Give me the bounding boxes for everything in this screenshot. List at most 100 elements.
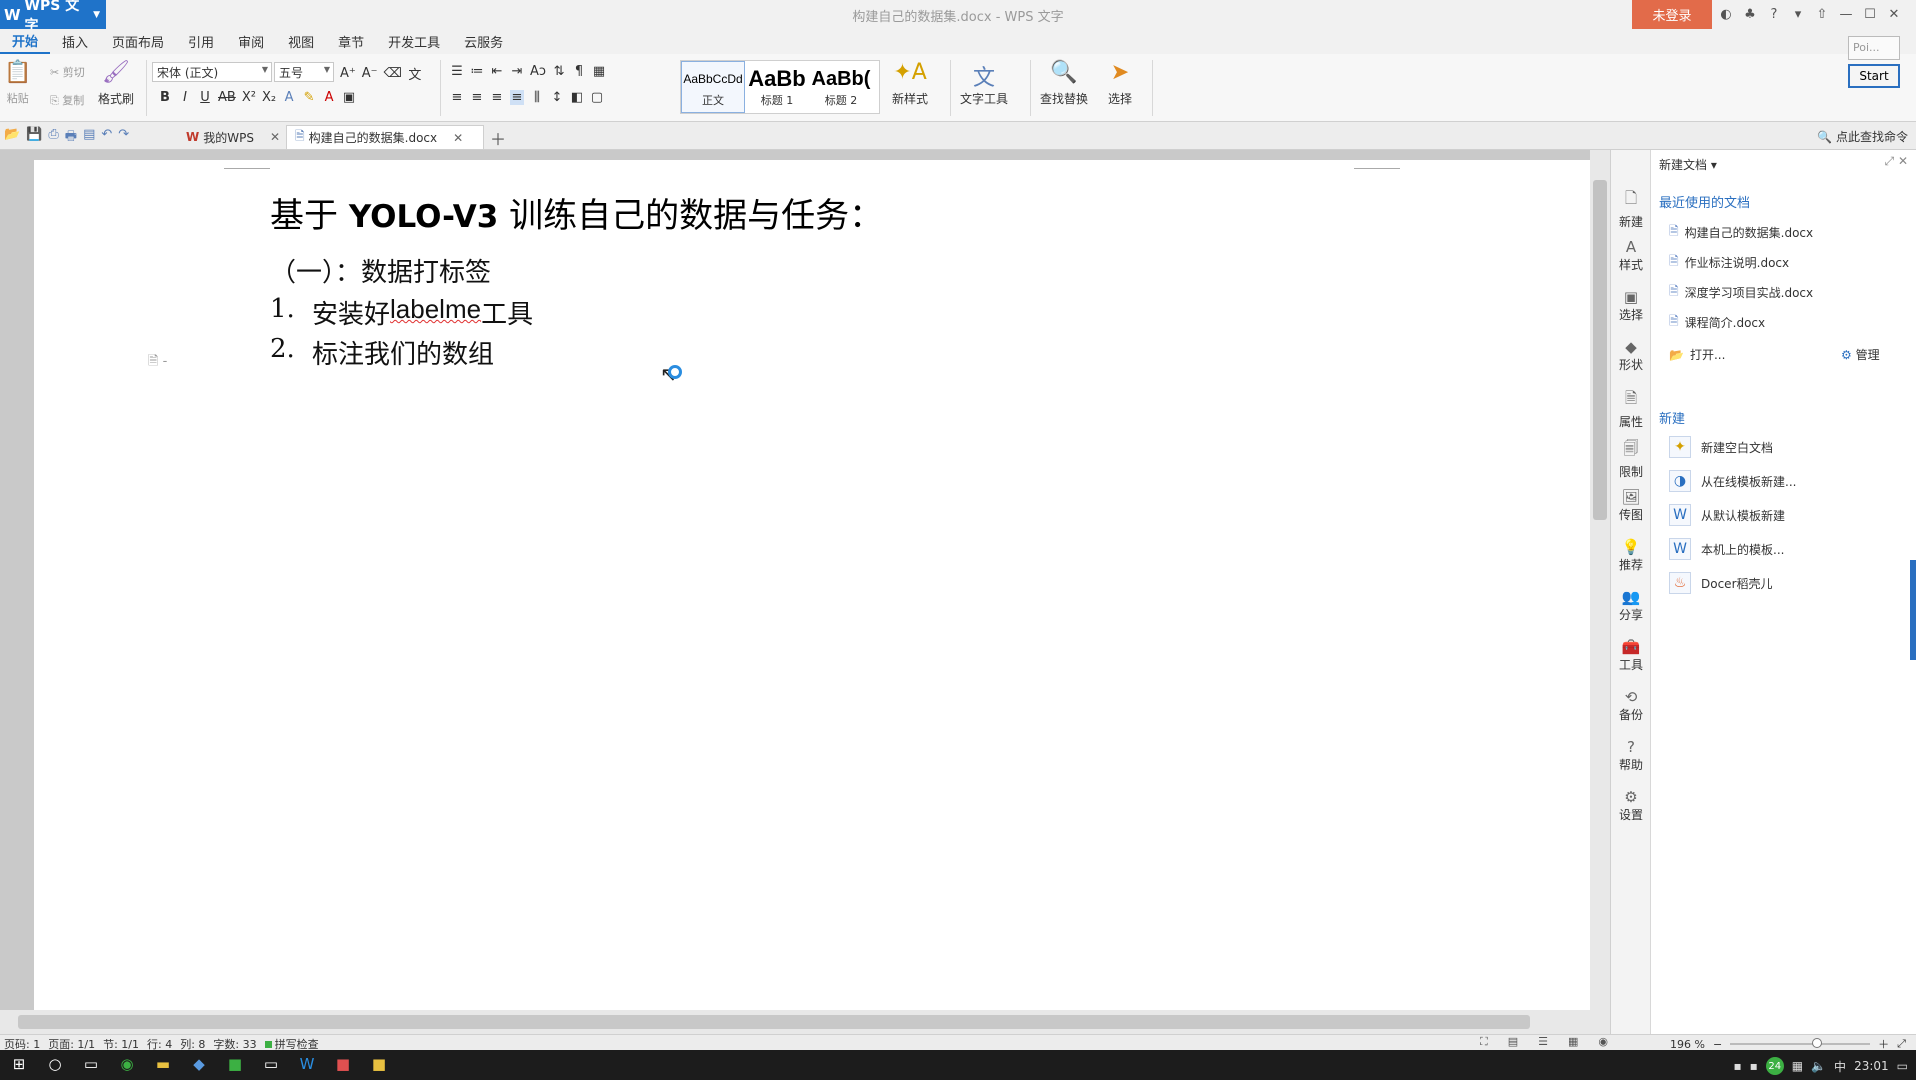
strikethrough-icon[interactable]: AB [218, 90, 236, 105]
save-icon[interactable]: 💾 [26, 127, 42, 149]
side-handle[interactable] [1910, 560, 1916, 660]
italic-icon[interactable]: I [178, 90, 192, 105]
tab-developer[interactable]: 开发工具 [376, 29, 452, 54]
copy-button[interactable]: ⎘ 复制 [50, 92, 84, 108]
highlight-icon[interactable]: ✎ [302, 90, 316, 105]
new-from-online-template[interactable]: ◑ 从在线模板新建... [1669, 470, 1796, 492]
list-item[interactable]: 1. 安装好 labelme 工具 [270, 294, 533, 331]
align-justify-icon[interactable]: ≡ [510, 90, 524, 105]
tab-cloud[interactable]: 云服务 [452, 29, 515, 54]
align-left-icon[interactable]: ≡ [450, 90, 464, 105]
pin-icon[interactable]: ⤢ [1885, 154, 1895, 168]
numbered-list-icon[interactable]: ≔ [470, 64, 484, 79]
zoom-out-icon[interactable]: − [1713, 1038, 1722, 1051]
paragraph-marker-icon[interactable]: 🗎 - [148, 352, 167, 374]
wps-icon[interactable]: ■ [332, 1055, 354, 1073]
tab-references[interactable]: 引用 [176, 29, 226, 54]
style-heading-2[interactable]: AaBb( 标题 2 [809, 61, 873, 113]
table-icon[interactable]: ▦ [592, 64, 606, 79]
style-normal[interactable]: AaBbCcDd 正文 [681, 61, 745, 113]
sidebar-item-share[interactable]: 👥 分享 [1611, 588, 1651, 623]
clear-format-icon[interactable]: ⌫ [384, 66, 402, 81]
section-heading[interactable]: （一）：数据打标签 [270, 252, 491, 289]
page-view-icon[interactable]: ▤ [1508, 1035, 1518, 1049]
tab-review[interactable]: 审阅 [226, 29, 276, 54]
task-view-icon[interactable]: ▭ [80, 1055, 102, 1073]
sidebar-item-upload-image[interactable]: 🖼 传图 [1611, 488, 1651, 523]
sidebar-item-select[interactable]: ▣ 选择 [1611, 288, 1651, 323]
font-size-select[interactable]: 五号 ▼ [274, 62, 334, 82]
network-icon[interactable]: ▦ [1792, 1059, 1803, 1073]
cortana-icon[interactable]: ○ [44, 1055, 66, 1073]
login-button[interactable]: 未登录 [1632, 0, 1712, 29]
ime-indicator[interactable]: 中 [1834, 1058, 1846, 1075]
shading-icon[interactable]: ◧ [570, 90, 584, 105]
floating-input[interactable]: Poi... [1848, 36, 1900, 60]
sidebar-item-new[interactable]: 🗋 新建 [1611, 188, 1651, 230]
shirt-icon[interactable]: ♣ [1742, 7, 1758, 22]
grow-font-icon[interactable]: A⁺ [340, 66, 356, 81]
tab-home[interactable]: 开始 [0, 29, 51, 54]
clock[interactable]: 23:01 [1854, 1059, 1889, 1073]
new-from-default-template[interactable]: W 从默认模板新建 [1669, 504, 1785, 526]
superscript-icon[interactable]: X² [242, 90, 256, 105]
start-button[interactable]: Start [1848, 64, 1900, 88]
terminal-icon[interactable]: ▭ [260, 1055, 282, 1073]
distribute-icon[interactable]: ⫼ [530, 90, 544, 105]
line-spacing-icon[interactable]: ↕ [550, 90, 564, 105]
format-painter-button[interactable]: 🖌 格式刷 [98, 60, 134, 107]
manage-link[interactable]: ⚙ 管理 [1841, 346, 1880, 363]
bold-icon[interactable]: B [158, 90, 172, 105]
tab-document[interactable]: 🗎 构建自己的数据集.docx ✕ [286, 125, 484, 149]
tab-my-wps[interactable]: W 我的WPS ✕ [178, 125, 288, 149]
sidebar-item-tools[interactable]: 🧰 工具 [1611, 638, 1651, 673]
minimize-icon[interactable]: — [1838, 7, 1854, 22]
pane-title[interactable]: 新建文档 ▾ [1659, 156, 1717, 173]
recent-file[interactable]: 🗎 构建自己的数据集.docx [1669, 222, 1813, 243]
app-icon[interactable]: ■ [368, 1055, 390, 1073]
docer-link[interactable]: ♨ Docer稻壳儿 [1669, 572, 1773, 594]
zoom-knob[interactable] [1812, 1038, 1823, 1048]
tray-app-icon[interactable]: ▪ [1750, 1059, 1758, 1073]
font-color-icon[interactable]: A [322, 90, 336, 105]
action-center-icon[interactable]: ▭ [1897, 1059, 1908, 1073]
new-tab-icon[interactable]: ＋ [490, 126, 506, 150]
char-shading-icon[interactable]: ▣ [342, 90, 356, 105]
subscript-icon[interactable]: X₂ [262, 90, 276, 105]
close-icon[interactable]: ✕ [1886, 7, 1902, 22]
tab-chapter[interactable]: 章节 [326, 29, 376, 54]
notification-badge[interactable]: 24 [1765, 1057, 1784, 1075]
underline-icon[interactable]: U [198, 90, 212, 105]
decrease-indent-icon[interactable]: ⇤ [490, 64, 504, 79]
select-button[interactable]: ➤ 选择 [1108, 60, 1132, 107]
text-tools-button[interactable]: 文 文字工具 [960, 60, 1008, 107]
align-right-icon[interactable]: ≡ [490, 90, 504, 105]
font-name-select[interactable]: 宋体 (正文) ▼ [152, 62, 272, 82]
align-center-icon[interactable]: ≡ [470, 90, 484, 105]
zoom-slider[interactable] [1730, 1038, 1871, 1048]
bullet-list-icon[interactable]: ☰ [450, 64, 464, 79]
volume-icon[interactable]: 🔈 [1811, 1059, 1826, 1073]
tray-app-icon[interactable]: ▪ [1733, 1059, 1741, 1073]
scroll-thumb[interactable] [1593, 180, 1607, 520]
tab-insert[interactable]: 插入 [50, 29, 100, 54]
open-icon[interactable]: 📂 [4, 127, 20, 149]
phonetic-icon[interactable]: 文 [408, 64, 422, 83]
paste-button[interactable]: 📋 粘贴 [4, 60, 31, 106]
preview-icon[interactable]: ▤ [83, 127, 95, 149]
document-page[interactable]: 基于 YOLO-V3 训练自己的数据与任务： （一）：数据打标签 1. 安装好 … [34, 160, 1590, 1010]
file-explorer-icon[interactable]: ▬ [152, 1055, 174, 1073]
help-icon[interactable]: ? [1766, 7, 1782, 22]
browser-icon[interactable]: ◉ [116, 1055, 138, 1073]
export-pdf-icon[interactable]: ⎙ [48, 127, 58, 149]
fullscreen-icon[interactable]: ⛶ [1480, 1035, 1488, 1049]
word-icon[interactable]: W [296, 1055, 318, 1073]
close-icon[interactable]: ✕ [270, 130, 280, 144]
fit-window-icon[interactable]: ⤢ [1897, 1037, 1906, 1051]
tab-view[interactable]: 视图 [276, 29, 326, 54]
recent-file[interactable]: 🗎 深度学习项目实战.docx [1669, 282, 1813, 303]
windows-start-icon[interactable]: ⊞ [8, 1055, 30, 1073]
shrink-font-icon[interactable]: A⁻ [362, 66, 378, 81]
local-templates[interactable]: W 本机上的模板... [1669, 538, 1784, 560]
document-heading[interactable]: 基于 YOLO-V3 训练自己的数据与任务： [270, 188, 883, 237]
